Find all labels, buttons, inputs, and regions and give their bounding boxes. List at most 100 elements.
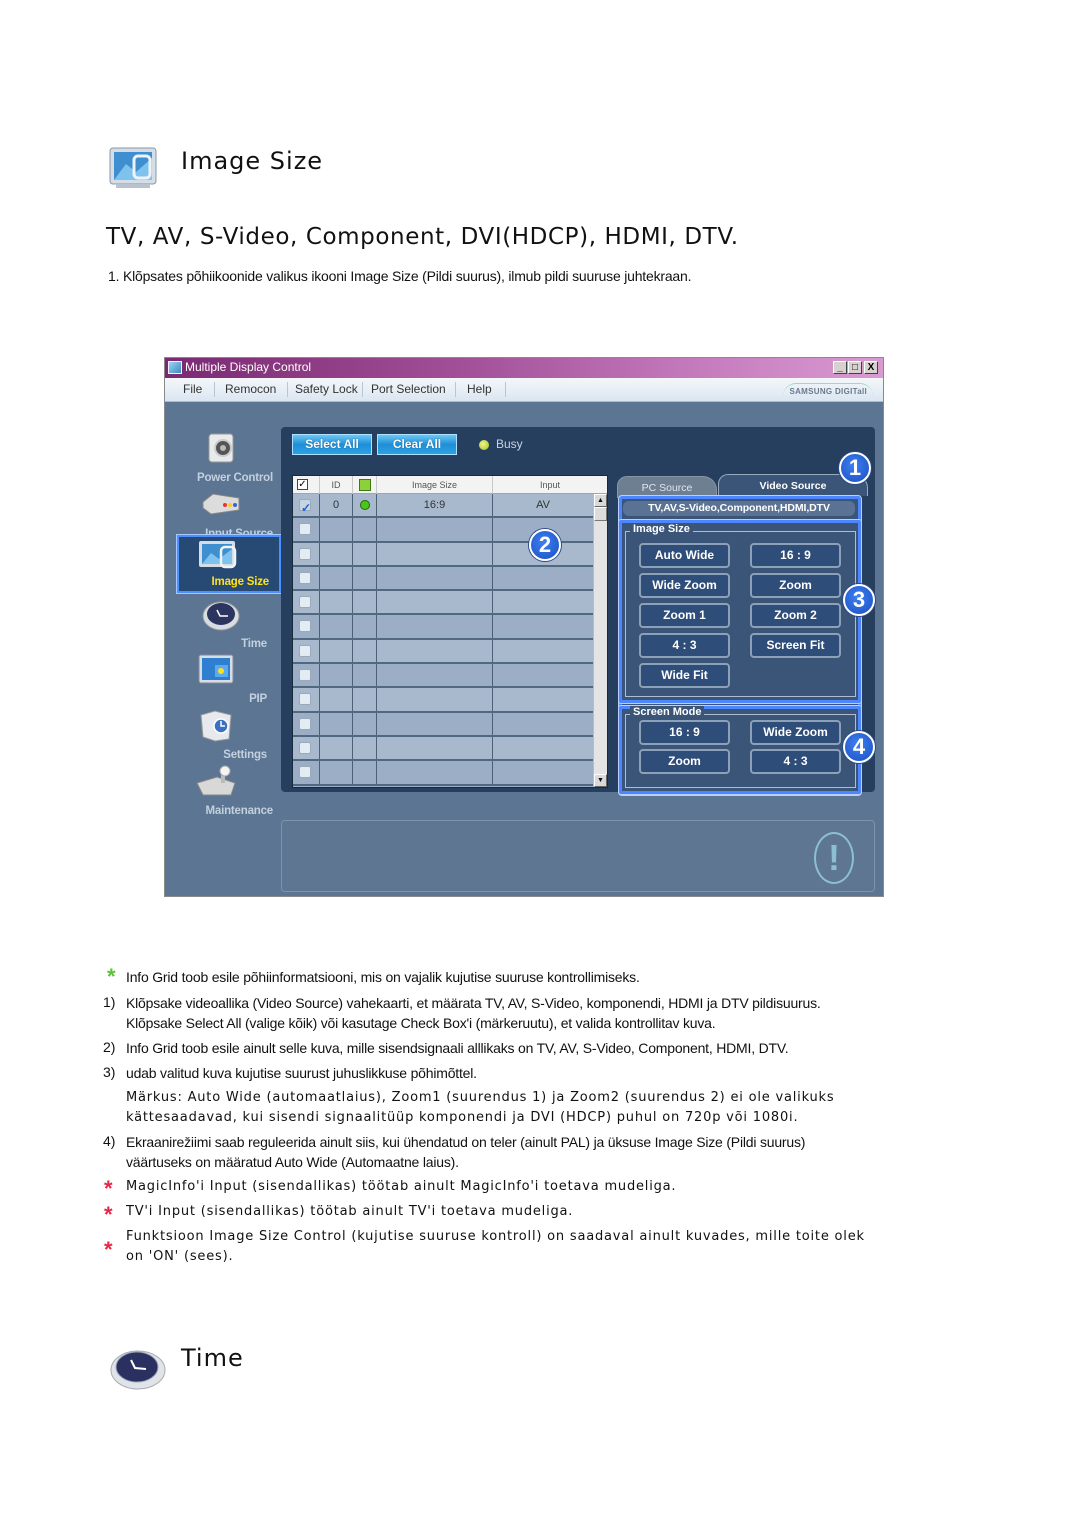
- cell-image-size: 16:9: [377, 494, 493, 517]
- close-button[interactable]: X: [864, 361, 878, 374]
- table-row[interactable]: [293, 761, 593, 786]
- row-checkbox-cell: [293, 639, 320, 663]
- cell-input: [493, 567, 593, 589]
- screen-mode-option-button[interactable]: 4 : 3: [750, 749, 841, 774]
- table-row[interactable]: [293, 591, 593, 616]
- red-asterisk-icon: *: [104, 1202, 113, 1227]
- cell-status: [353, 761, 377, 784]
- note-4-line-1: Ekraanirežiimi saab reguleerida ainult s…: [126, 1134, 806, 1150]
- header-status[interactable]: [353, 476, 377, 494]
- screen-mode-option-button[interactable]: Zoom: [639, 749, 730, 774]
- nav-input-source[interactable]: Input Source: [177, 486, 281, 540]
- clock-icon: [108, 1340, 166, 1390]
- image-size-option-button[interactable]: Zoom 2: [750, 603, 841, 628]
- maximize-button[interactable]: □: [848, 361, 862, 374]
- cell-status: [353, 736, 377, 760]
- row-checkbox[interactable]: [299, 620, 311, 633]
- section-title-image-size: Image Size: [181, 147, 324, 175]
- header-id[interactable]: ID: [320, 476, 353, 494]
- cell-input: [493, 664, 593, 686]
- image-size-option-button[interactable]: 4 : 3: [639, 633, 730, 658]
- menu-safety-lock[interactable]: Safety Lock: [295, 382, 358, 396]
- menu-help[interactable]: Help: [467, 382, 492, 396]
- scroll-up-button[interactable]: ▲: [594, 494, 607, 507]
- input-source-icon: [201, 488, 241, 522]
- menu-separator: [362, 382, 363, 397]
- header-image-size[interactable]: Image Size: [377, 476, 493, 494]
- cell-status: [353, 664, 377, 687]
- minimize-button[interactable]: _: [833, 361, 847, 374]
- nav-label: PIP: [249, 693, 267, 705]
- menu-remocon[interactable]: Remocon: [225, 382, 276, 396]
- image-size-option-button[interactable]: Zoom: [750, 573, 841, 598]
- menu-file[interactable]: File: [183, 382, 202, 396]
- row-checkbox[interactable]: [299, 741, 311, 754]
- scroll-down-button[interactable]: ▼: [594, 774, 607, 787]
- header-select-all-checkbox[interactable]: ✓: [293, 476, 320, 494]
- power-control-icon: [201, 432, 241, 466]
- nav-label: Maintenance: [205, 805, 274, 817]
- message-panel: !: [281, 820, 875, 892]
- table-row[interactable]: [293, 664, 593, 689]
- row-checkbox[interactable]: [299, 669, 311, 682]
- nav-settings[interactable]: Settings: [177, 707, 281, 761]
- tab-pc-source[interactable]: PC Source: [617, 476, 717, 498]
- header-input[interactable]: Input: [493, 476, 607, 494]
- image-size-option-button[interactable]: Auto Wide: [639, 543, 730, 568]
- image-size-option-button[interactable]: Screen Fit: [750, 633, 841, 658]
- image-size-option-button[interactable]: 16 : 9: [750, 543, 841, 568]
- screen-mode-option-button[interactable]: 16 : 9: [639, 720, 730, 745]
- clear-all-button[interactable]: Clear All: [377, 434, 457, 455]
- row-checkbox[interactable]: [299, 571, 311, 584]
- table-row[interactable]: [293, 712, 593, 737]
- nav-maintenance[interactable]: Maintenance: [177, 763, 281, 817]
- row-checkbox[interactable]: [299, 523, 311, 536]
- scroll-thumb[interactable]: [594, 507, 607, 521]
- row-checkbox[interactable]: [299, 547, 311, 560]
- busy-label: Busy: [496, 437, 523, 451]
- warning-power-on-line-2: on 'ON' (sees).: [126, 1249, 234, 1264]
- table-row[interactable]: [293, 615, 593, 640]
- screen-mode-group-label: Screen Mode: [630, 706, 705, 718]
- nav-time[interactable]: Time: [177, 596, 281, 650]
- cell-id: [320, 736, 353, 760]
- row-checkbox[interactable]: [299, 497, 311, 519]
- row-checkbox[interactable]: [299, 717, 311, 730]
- nav-power-control[interactable]: Power Control: [177, 430, 281, 484]
- cell-id: [320, 664, 353, 687]
- row-checkbox-cell: [293, 664, 320, 687]
- image-size-option-button[interactable]: Wide Fit: [639, 663, 730, 688]
- warning-power-on-line-1: Funktsioon Image Size Control (kujutise …: [126, 1229, 865, 1244]
- image-size-icon: [197, 539, 237, 573]
- table-row[interactable]: 0 16:9 AV: [293, 494, 593, 519]
- cell-input: [493, 688, 593, 710]
- menu-separator: [505, 382, 506, 397]
- row-checkbox[interactable]: [299, 766, 311, 779]
- row-checkbox[interactable]: [299, 596, 311, 609]
- nav-label: Time: [241, 638, 267, 650]
- select-all-button[interactable]: Select All: [292, 434, 372, 455]
- table-row[interactable]: [293, 688, 593, 713]
- grid-scrollbar[interactable]: ▲ ▼: [593, 494, 607, 787]
- cell-status: [353, 688, 377, 711]
- nav-image-size[interactable]: Image Size: [176, 534, 282, 594]
- note-intro: Info Grid toob esile põhiinformatsiooni,…: [126, 969, 640, 985]
- cell-status: [353, 712, 377, 735]
- image-size-option-button[interactable]: Zoom 1: [639, 603, 730, 628]
- cell-status: [353, 518, 377, 541]
- table-row[interactable]: [293, 639, 593, 665]
- cell-id: [320, 688, 353, 711]
- row-checkbox[interactable]: [299, 644, 311, 657]
- table-row[interactable]: [293, 736, 593, 762]
- nav-pip[interactable]: PIP: [177, 651, 281, 705]
- note-2-line-1: Info Grid toob esile ainult selle kuva, …: [126, 1040, 789, 1056]
- screen-mode-option-button[interactable]: Wide Zoom: [750, 720, 841, 745]
- row-checkbox[interactable]: [299, 693, 311, 706]
- cell-id: [320, 566, 353, 590]
- table-row[interactable]: [293, 566, 593, 592]
- menu-separator: [287, 382, 288, 397]
- cell-image-size: [377, 542, 493, 565]
- menu-port-selection[interactable]: Port Selection: [371, 382, 446, 396]
- image-size-option-button[interactable]: Wide Zoom: [639, 573, 730, 598]
- cell-image-size: [377, 639, 493, 663]
